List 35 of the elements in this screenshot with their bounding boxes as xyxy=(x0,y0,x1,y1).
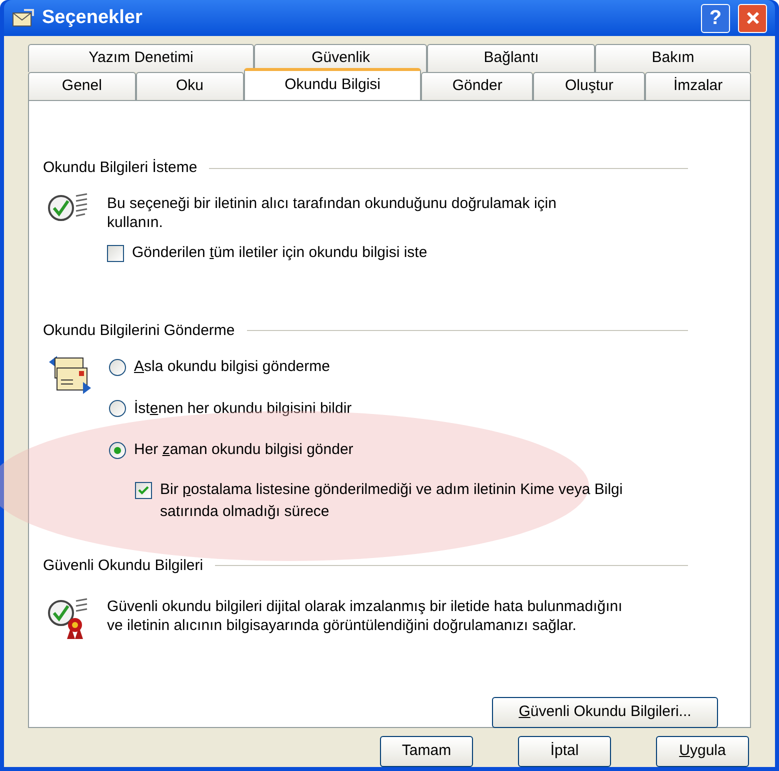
window-title: Seçenekler xyxy=(42,6,144,30)
dialog-button[interactable]: Uygula xyxy=(656,736,749,767)
checkbox[interactable] xyxy=(135,482,152,498)
close-button[interactable] xyxy=(738,4,767,32)
radio-label[interactable]: İstenen her okundu bilgisini bildir xyxy=(134,398,352,420)
description-text: Güvenli okundu bilgileri dijital olarak imzalanmış bir iletide hata bulunmadığını ve iletinin alıcının bilgisayarında görüntülendiğini doğrulamanızı sağlar. xyxy=(107,597,624,636)
group-title: Güvenli Okundu Bilgileri xyxy=(43,556,204,576)
radio-button[interactable] xyxy=(109,358,126,376)
description-text: Bu seçeneği bir iletinin alıcı tarafından okunduğunu doğrulamak için kullanın. xyxy=(107,194,558,232)
group-title: Okundu Bilgilerini Gönderme xyxy=(43,320,235,340)
tab[interactable]: Bağlantı xyxy=(427,44,596,72)
dialog-button[interactable]: Tamam xyxy=(380,736,473,767)
checkbox[interactable] xyxy=(107,244,124,262)
checkbox-label[interactable]: Bir postalama listesine gönderilmediği ve adım iletinin Kime veya Bilgi satırında olmadığı sürece xyxy=(160,478,629,522)
radio-label[interactable]: Her zaman okundu bilgisi gönder xyxy=(134,439,354,462)
envelope-icon xyxy=(12,8,34,28)
tab[interactable]: Yazım Denetimi xyxy=(28,44,254,72)
tab[interactable]: Gönder xyxy=(421,72,534,100)
check-mark-icon xyxy=(138,484,149,496)
dialog-button[interactable]: İptal xyxy=(518,736,611,767)
dialog-button[interactable]: Güvenli Okundu Bilgileri... xyxy=(492,697,718,728)
tab[interactable]: Genel xyxy=(28,72,136,100)
radio-button[interactable] xyxy=(109,400,126,418)
envelopes-icon xyxy=(47,354,93,396)
tab[interactable]: Okundu Bilgisi xyxy=(244,68,422,100)
help-button[interactable]: ? xyxy=(701,4,730,32)
checkbox-label[interactable]: Gönderilen tüm iletiler için okundu bilgisi iste xyxy=(132,242,428,264)
tab[interactable]: Bakım xyxy=(595,44,751,72)
radio-button[interactable] xyxy=(109,442,126,459)
close-icon xyxy=(744,10,760,26)
radio-label[interactable]: Asla okundu bilgisi gönderme xyxy=(134,356,330,378)
tab[interactable]: Oluştur xyxy=(533,72,646,100)
group-title: Okundu Bilgileri İsteme xyxy=(43,158,198,178)
tab[interactable]: İmzalar xyxy=(645,72,751,100)
tab[interactable]: Oku xyxy=(136,72,244,100)
